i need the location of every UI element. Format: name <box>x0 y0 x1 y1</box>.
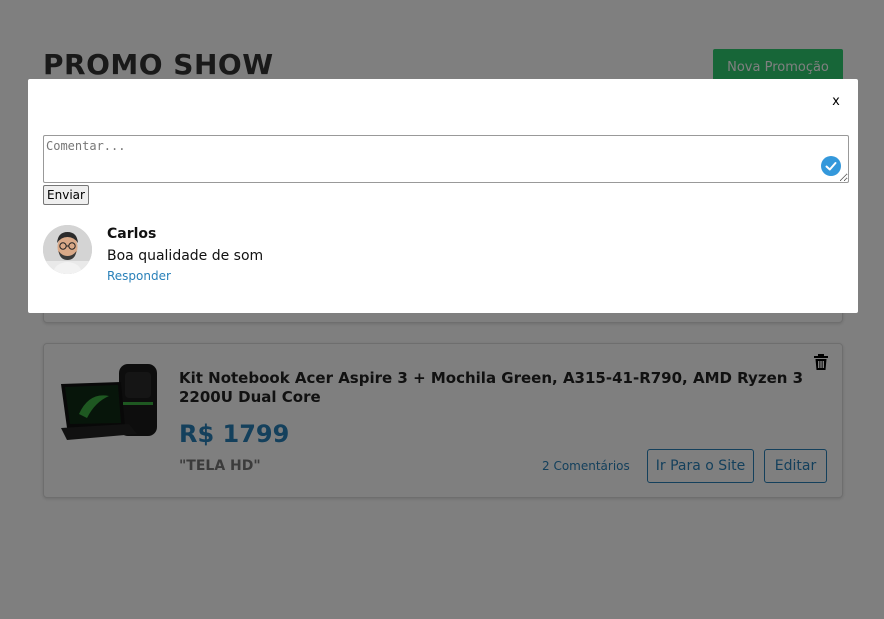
comments-modal: x Enviar Carlos Boa qualidade de som Res… <box>28 79 858 313</box>
comment-input[interactable] <box>43 135 849 183</box>
reply-link[interactable]: Responder <box>107 269 171 283</box>
send-button[interactable]: Enviar <box>43 185 89 205</box>
comment-author: Carlos <box>107 226 157 242</box>
avatar <box>43 225 92 274</box>
comment-text: Boa qualidade de som <box>107 248 264 264</box>
check-circle-icon <box>821 156 841 176</box>
close-button[interactable]: x <box>830 94 842 110</box>
